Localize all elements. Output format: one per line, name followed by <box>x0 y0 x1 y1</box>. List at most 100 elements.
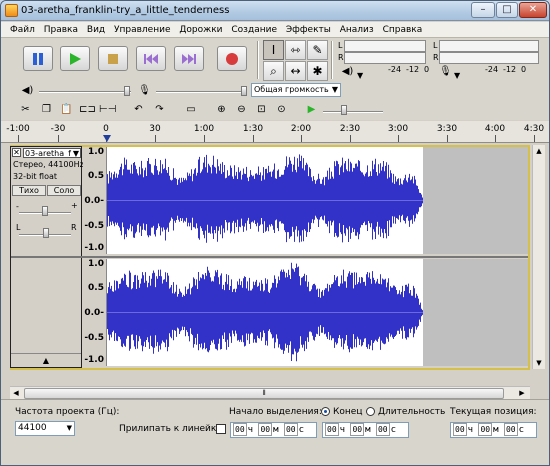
menu-file[interactable]: Файл <box>7 22 38 38</box>
title-bar: 03-aretha_franklin-try_a_little_tenderne… <box>1 1 549 21</box>
menu-transport[interactable]: Управление <box>111 22 173 38</box>
playback-meter-left[interactable] <box>344 40 426 52</box>
zoom-in-icon[interactable]: ⊕ <box>213 102 230 118</box>
trim-icon[interactable]: ⊏⊐ <box>79 102 96 118</box>
record-volume-knob[interactable] <box>241 86 247 96</box>
close-button[interactable]: ✕ <box>519 2 547 18</box>
ruler-tick <box>495 135 496 142</box>
playback-volume-knob[interactable] <box>124 86 130 96</box>
chevron-down-icon: ▼ <box>72 149 79 158</box>
waveform-left-channel[interactable] <box>107 147 528 254</box>
gain-slider-knob[interactable] <box>42 206 48 216</box>
audio-position-time[interactable]: 00 ч 00 м 00 с <box>450 422 537 438</box>
menu-edit[interactable]: Правка <box>41 22 81 38</box>
stop-button[interactable] <box>98 46 128 71</box>
snap-to-checkbox[interactable] <box>216 424 226 434</box>
zoom-tool[interactable]: ⌕ <box>263 61 284 81</box>
toolbar-separator <box>257 41 259 79</box>
chevron-down-icon[interactable]: ▼ <box>357 71 363 80</box>
volume-source-select[interactable]: Общая громкость ▼ <box>251 83 341 97</box>
vertical-scrollbar[interactable]: ▲ ▼ <box>532 145 545 369</box>
speaker-icon[interactable]: ◀) <box>339 64 356 80</box>
record-meter-right[interactable] <box>439 52 539 64</box>
solo-button[interactable]: Соло <box>47 185 81 196</box>
amplitude-scale-label: 0.0- <box>84 196 104 206</box>
horizontal-scrollbar[interactable]: ◀ ⦀ ▶ <box>10 386 530 400</box>
mute-button[interactable]: Тихо <box>12 185 46 196</box>
end-radio[interactable] <box>321 407 330 416</box>
collapse-track-icon[interactable]: ▲ <box>11 353 81 367</box>
amplitude-scale-label: -1.0 <box>84 243 104 253</box>
ruler-tick <box>350 135 351 142</box>
track-name-menu[interactable]: 03-aretha_f ▼ <box>23 148 81 158</box>
undo-icon[interactable]: ↶ <box>130 102 147 118</box>
project-rate-select[interactable]: 44100 ▼ <box>15 421 75 436</box>
selection-start-time[interactable]: 00 ч 00 м 00 с <box>230 422 317 438</box>
menu-tracks[interactable]: Дорожки <box>176 22 225 38</box>
amplitude-scale-label: -0.5 <box>84 221 104 231</box>
horizontal-scroll-thumb[interactable]: ⦀ <box>24 388 504 399</box>
playback-volume-track[interactable] <box>39 91 131 93</box>
minutes-unit: м <box>273 425 279 435</box>
scroll-left-icon[interactable]: ◀ <box>10 388 22 399</box>
play-button[interactable] <box>60 46 90 71</box>
waveform-right-channel[interactable] <box>107 259 528 366</box>
track-bit-depth: 32-bit float <box>13 172 58 181</box>
pause-button[interactable] <box>23 46 53 71</box>
gain-plus-label: + <box>71 201 78 210</box>
amplitude-scale-label: 1.0 <box>88 147 104 157</box>
app-window: 03-aretha_franklin-try_a_little_tenderne… <box>0 0 550 466</box>
speed-knob[interactable] <box>341 105 347 115</box>
timeline-ruler[interactable]: -1:00 -30 0 30 1:00 1:30 2:00 2:30 3:00 3:30 4:00 4… <box>1 121 549 143</box>
multi-tool[interactable]: ✱ <box>307 61 328 81</box>
copy-icon[interactable]: ❐ <box>38 102 55 118</box>
minimize-button[interactable]: – <box>471 2 495 18</box>
selection-end-time[interactable]: 00 ч 00 м 00 с <box>322 422 409 438</box>
pan-slider-knob[interactable] <box>43 228 49 238</box>
speed-track[interactable] <box>323 111 383 113</box>
amplitude-scale-label: -0.5 <box>84 333 104 343</box>
record-meter-left[interactable] <box>439 40 539 52</box>
cut-icon[interactable]: ✂ <box>17 102 34 118</box>
close-track-icon[interactable]: ✕ <box>12 148 21 157</box>
scroll-down-icon[interactable]: ▼ <box>533 357 545 369</box>
selection-tool[interactable]: I <box>263 40 284 60</box>
silence-icon[interactable]: ⊢⊣ <box>99 102 116 118</box>
record-button[interactable] <box>217 46 247 71</box>
menu-analyze[interactable]: Анализ <box>337 22 377 38</box>
amplitude-scale-label: 1.0 <box>88 259 104 269</box>
meter-tick: 0 <box>424 65 430 74</box>
zoom-out-icon[interactable]: ⊖ <box>233 102 250 118</box>
scroll-up-icon[interactable]: ▲ <box>533 145 545 157</box>
ruler-label: 1:00 <box>193 124 215 134</box>
redo-icon[interactable]: ↷ <box>151 102 168 118</box>
playhead-marker[interactable] <box>103 135 111 142</box>
sync-lock-icon[interactable]: ▭ <box>181 102 201 118</box>
skip-start-button[interactable] <box>136 46 166 71</box>
menu-effects[interactable]: Эффекты <box>283 22 334 38</box>
fit-selection-icon[interactable]: ⊡ <box>253 102 270 118</box>
skip-end-button[interactable] <box>174 46 204 71</box>
microphone-icon[interactable]: 🎙 <box>437 64 454 80</box>
maximize-button[interactable]: □ <box>496 2 518 18</box>
snap-to-label: Прилипать к линейке <box>119 424 222 434</box>
menu-view[interactable]: Вид <box>84 22 108 38</box>
chevron-down-icon: ▼ <box>66 424 72 432</box>
record-volume-track[interactable] <box>156 91 246 93</box>
draw-tool[interactable]: ✎ <box>307 40 328 60</box>
fit-project-icon[interactable]: ⊙ <box>273 102 290 118</box>
paste-icon[interactable]: 📋 <box>58 102 75 118</box>
length-radio[interactable] <box>366 407 375 416</box>
hours-unit: ч <box>339 425 346 435</box>
chevron-down-icon[interactable]: ▼ <box>454 71 460 80</box>
meter-tick: -24 <box>388 65 402 74</box>
ruler-tick <box>534 135 535 142</box>
play-at-speed-icon[interactable]: ▶ <box>303 102 320 118</box>
scroll-right-icon[interactable]: ▶ <box>516 388 528 399</box>
volume-source-value: Общая громкость <box>254 85 329 94</box>
playback-meter-right[interactable] <box>344 52 426 64</box>
menu-generate[interactable]: Создание <box>228 22 280 38</box>
menu-help[interactable]: Справка <box>380 22 426 38</box>
timeshift-tool[interactable]: ↔ <box>285 61 306 81</box>
envelope-tool[interactable]: ⇿ <box>285 40 306 60</box>
